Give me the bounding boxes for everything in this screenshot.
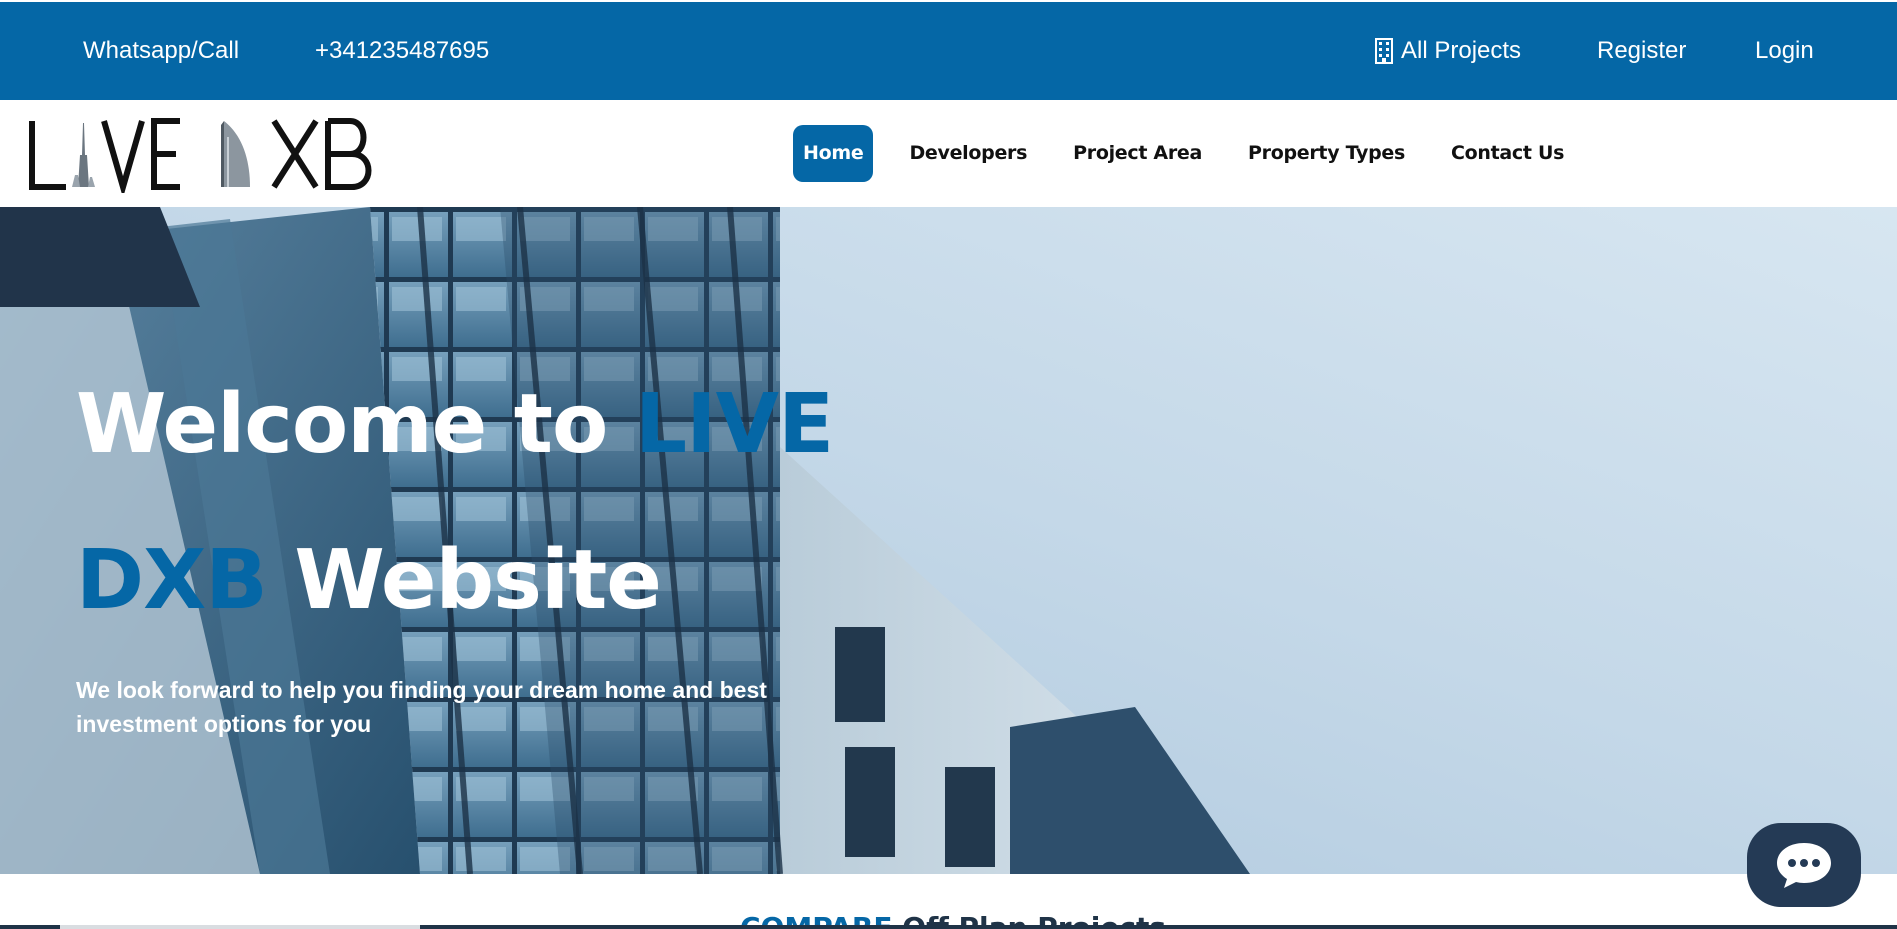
- main-header: Home Developers Project Area Property Ty…: [0, 100, 1897, 207]
- chat-bubble-icon: [1777, 843, 1831, 888]
- whatsapp-call-label: Whatsapp/Call: [83, 37, 240, 64]
- building-icon: [1375, 38, 1393, 64]
- live-dxb-logo: [29, 118, 372, 198]
- top-contact-bar: Whatsapp/Call +341235487695 All Projects…: [0, 2, 1897, 100]
- hero-title: Welcome to LIVE DXB Website: [76, 347, 836, 659]
- hero-title-accent-dxb: DXB: [76, 533, 268, 628]
- hero-title-part1: Welcome to: [76, 377, 635, 472]
- all-projects-link[interactable]: All Projects: [1375, 2, 1521, 100]
- login-link[interactable]: Login: [1755, 2, 1814, 100]
- hero-title-accent-live: LIVE: [634, 377, 834, 472]
- main-nav: Home Developers Project Area Property Ty…: [793, 125, 1600, 182]
- nav-home[interactable]: Home: [793, 125, 874, 182]
- phone-link[interactable]: +341235487695: [315, 2, 489, 100]
- nav-property-types[interactable]: Property Types: [1238, 125, 1415, 182]
- chat-button[interactable]: [1747, 823, 1861, 907]
- hero-section: Welcome to LIVE DXB Website We look forwa…: [0, 207, 1897, 874]
- bottom-divider-light: [60, 925, 420, 929]
- nav-developers[interactable]: Developers: [899, 125, 1037, 182]
- nav-contact-us[interactable]: Contact Us: [1441, 125, 1574, 182]
- register-link[interactable]: Register: [1597, 2, 1686, 100]
- all-projects-label: All Projects: [1401, 37, 1522, 64]
- hero-subtitle: We look forward to help you finding your…: [76, 677, 767, 737]
- site-logo[interactable]: [28, 115, 378, 198]
- nav-project-area[interactable]: Project Area: [1063, 125, 1212, 182]
- hero-title-part2: Website: [266, 533, 662, 628]
